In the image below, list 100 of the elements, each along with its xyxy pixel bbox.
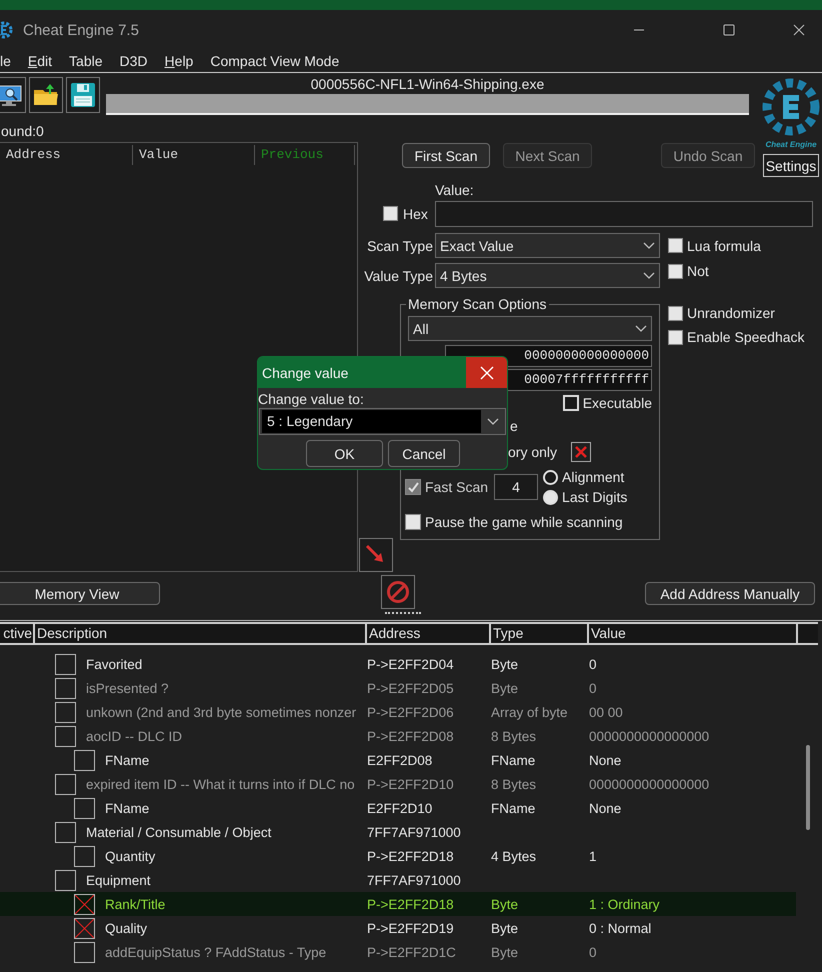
checkbox[interactable] bbox=[405, 514, 421, 530]
table-row[interactable]: aocID -- DLC ID P->E2FF2D08 8 Bytes 0000000000000000 bbox=[0, 724, 796, 748]
checkbox[interactable] bbox=[668, 306, 683, 320]
active-checkbox[interactable] bbox=[74, 894, 95, 914]
alignment-field[interactable]: 4 bbox=[494, 474, 538, 500]
table-row[interactable]: Material / Consumable / Object 7FF7AF971000 bbox=[0, 820, 796, 844]
memory-view-button[interactable]: Memory View bbox=[0, 582, 160, 605]
value-cell: 1 : Ordinary bbox=[589, 896, 660, 912]
scan-button[interactable]: First Scan bbox=[402, 143, 490, 168]
type-cell: Byte bbox=[491, 656, 518, 672]
value-cell: 0000000000000000 bbox=[589, 776, 710, 792]
description-cell: Material / Consumable / Object bbox=[86, 824, 272, 840]
active-checkbox[interactable] bbox=[74, 942, 95, 962]
table-row[interactable]: unkown (2nd and 3rd byte sometimes nonzer P->E2FF2D06 Array of byte 00 00 bbox=[0, 700, 796, 724]
option-label: Alignment bbox=[562, 469, 624, 485]
menu-item[interactable]: Compact View Mode bbox=[210, 53, 340, 69]
close-button[interactable] bbox=[466, 357, 507, 388]
column-header[interactable]: ctive bbox=[0, 624, 35, 643]
process-name: 0000556C-NFL1-Win64-Shipping.exe bbox=[310, 75, 544, 94]
checkbox[interactable] bbox=[668, 264, 683, 278]
column-header[interactable]: Address bbox=[0, 145, 133, 165]
table-row[interactable]: Equipment 7FF7AF971000 bbox=[0, 868, 796, 892]
value-label: Value: bbox=[435, 182, 475, 200]
radio-button[interactable] bbox=[543, 490, 558, 504]
active-checkbox[interactable] bbox=[74, 750, 95, 770]
description-cell: aocID -- DLC ID bbox=[86, 728, 182, 744]
description-cell: FName bbox=[105, 752, 150, 768]
value-cell: None bbox=[589, 752, 622, 768]
open-button[interactable] bbox=[29, 77, 63, 113]
type-cell: 8 Bytes bbox=[491, 776, 536, 792]
option-label: ory only bbox=[508, 444, 558, 460]
checkbox[interactable] bbox=[668, 330, 683, 344]
active-checkbox[interactable] bbox=[74, 846, 95, 866]
dialog-button[interactable]: Cancel bbox=[388, 440, 460, 467]
dropdown[interactable]: All bbox=[408, 316, 652, 341]
active-checkbox[interactable] bbox=[55, 726, 76, 746]
radio-button[interactable] bbox=[543, 470, 558, 484]
window-title: Cheat Engine 7.5 bbox=[23, 22, 139, 38]
add-result-button[interactable] bbox=[359, 538, 393, 572]
dialog-button[interactable]: OK bbox=[306, 440, 383, 467]
address-cell: P->E2FF2D18 bbox=[367, 896, 454, 912]
column-header[interactable]: Address bbox=[367, 624, 491, 643]
menu-item[interactable]: Table bbox=[69, 53, 103, 69]
active-checkbox[interactable] bbox=[55, 654, 76, 674]
stop-button[interactable] bbox=[381, 575, 415, 609]
table-row[interactable]: Quantity P->E2FF2D18 4 Bytes 1 bbox=[0, 844, 796, 868]
chevron-down-icon bbox=[487, 418, 499, 426]
active-checkbox[interactable] bbox=[55, 822, 76, 842]
type-cell: Byte bbox=[491, 920, 518, 936]
add-address-button[interactable]: Add Address Manually bbox=[645, 582, 815, 605]
checkbox[interactable] bbox=[405, 479, 421, 495]
process-button[interactable] bbox=[0, 77, 26, 113]
hex-label: Hex bbox=[403, 206, 429, 222]
active-checkbox[interactable] bbox=[55, 678, 76, 698]
gear-icon bbox=[0, 20, 14, 40]
scrollbar-thumb[interactable] bbox=[806, 745, 810, 830]
type-cell: Byte bbox=[491, 680, 518, 696]
active-checkbox[interactable] bbox=[55, 702, 76, 722]
column-header[interactable]: Description bbox=[35, 624, 367, 643]
dropdown[interactable]: Exact Value bbox=[435, 233, 660, 258]
table-row[interactable]: FName E2FF2D08 FName None bbox=[0, 748, 796, 772]
address-cell: P->E2FF2D06 bbox=[367, 704, 454, 720]
dropdown[interactable]: 4 Bytes bbox=[435, 263, 660, 288]
settings-button[interactable]: Settings bbox=[762, 154, 820, 177]
table-row[interactable]: FName E2FF2D10 FName None bbox=[0, 796, 796, 820]
active-checkbox[interactable] bbox=[55, 774, 76, 794]
active-checkbox[interactable] bbox=[74, 918, 95, 938]
save-button[interactable] bbox=[66, 77, 100, 113]
column-header[interactable]: Previous bbox=[255, 145, 355, 165]
description-cell: Quality bbox=[105, 920, 148, 936]
active-checkbox[interactable] bbox=[55, 870, 76, 890]
checkbox[interactable] bbox=[571, 442, 592, 462]
field-label: Scan Type bbox=[366, 238, 433, 254]
option-label: Enable Speedhack bbox=[687, 329, 805, 345]
table-row[interactable]: Quality P->E2FF2D19 Byte 0 : Normal bbox=[0, 916, 796, 940]
menu-item[interactable]: Edit bbox=[28, 53, 52, 69]
description-cell: unkown (2nd and 3rd byte sometimes nonzer bbox=[86, 704, 356, 720]
address-cell: P->E2FF2D10 bbox=[367, 776, 454, 792]
table-row[interactable]: Favorited P->E2FF2D04 Byte 0 bbox=[0, 652, 796, 676]
table-row[interactable]: expired item ID -- What it turns into if DLC no P->E2FF2D10 8 Bytes 0000000000000000 bbox=[0, 772, 796, 796]
menu-item[interactable]: Help bbox=[164, 53, 194, 69]
column-header[interactable]: Type bbox=[491, 624, 589, 643]
value-cell: None bbox=[589, 800, 622, 816]
value-input[interactable] bbox=[435, 200, 813, 226]
checkbox[interactable] bbox=[383, 206, 398, 221]
column-header[interactable]: Value bbox=[133, 145, 255, 165]
field-label: Value Type bbox=[363, 268, 433, 284]
menu-item[interactable]: D3D bbox=[120, 53, 148, 69]
column-header[interactable]: Value bbox=[589, 624, 798, 643]
value-cell: 00 00 bbox=[589, 704, 623, 720]
checkbox[interactable] bbox=[668, 238, 683, 253]
menu-item[interactable]: le bbox=[0, 53, 11, 69]
value-dropdown[interactable]: 5 : Legendary bbox=[259, 408, 506, 435]
value-cell: 0 bbox=[589, 656, 597, 672]
chevron-down-icon bbox=[635, 324, 647, 332]
table-row[interactable]: Rank/Title P->E2FF2D18 Byte 1 : Ordinary bbox=[0, 892, 796, 916]
prohibited-icon bbox=[385, 579, 411, 605]
active-checkbox[interactable] bbox=[74, 798, 95, 818]
table-row[interactable]: addEquipStatus ? FAddStatus - Type P->E2FF2D1C Byte 0 bbox=[0, 940, 796, 964]
table-row[interactable]: isPresented ? P->E2FF2D05 Byte 0 bbox=[0, 676, 796, 700]
